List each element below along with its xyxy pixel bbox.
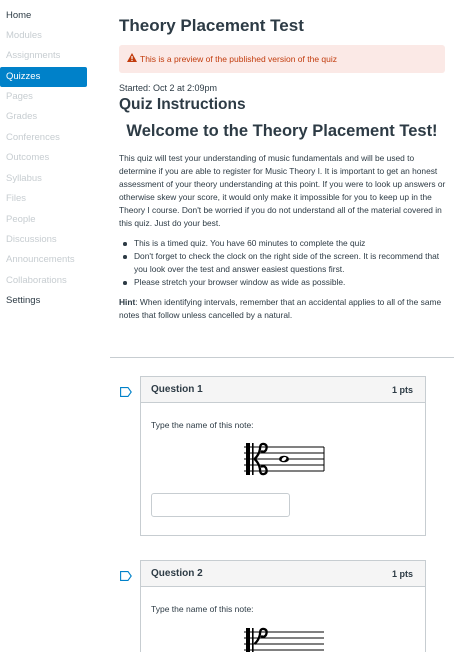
flag-outline-icon[interactable] — [120, 568, 132, 581]
question-points: 1 pts — [391, 569, 413, 579]
instructions-list: This is a timed quiz. You have 60 minute… — [119, 237, 449, 289]
question-points: 1 pts — [391, 385, 413, 395]
question-header: Question 2 1 pts — [141, 561, 425, 587]
alto-clef-icon — [242, 441, 326, 482]
hint-label: Hint — [119, 297, 136, 307]
flag-outline-icon[interactable] — [120, 384, 132, 397]
welcome-heading: Welcome to the Theory Placement Test! — [126, 122, 438, 140]
nav-discussions[interactable]: Discussions — [0, 230, 87, 250]
hint-body: : When identifying intervals, remember t… — [119, 297, 442, 320]
warning-icon — [127, 45, 137, 73]
preview-alert-text: This is a preview of the published versi… — [140, 54, 338, 64]
nav-pages[interactable]: Pages — [0, 87, 87, 107]
section-divider — [110, 357, 454, 358]
nav-home[interactable]: Home — [0, 6, 87, 26]
alto-clef-icon — [242, 626, 326, 652]
page-title: Theory Placement Test — [119, 16, 304, 35]
list-item: Don't forget to check the clock on the r… — [119, 250, 449, 276]
nav-announcements[interactable]: Announcements — [0, 250, 87, 270]
instructions-heading: Quiz Instructions — [119, 96, 246, 113]
question-2: Question 2 1 pts Type the name of this n… — [140, 560, 426, 652]
nav-collaborations[interactable]: Collaborations — [0, 271, 87, 291]
nav-syllabus[interactable]: Syllabus — [0, 169, 87, 189]
nav-quizzes[interactable]: Quizzes — [0, 67, 87, 87]
answer-input[interactable] — [151, 493, 290, 517]
list-item: This is a timed quiz. You have 60 minute… — [119, 237, 449, 250]
nav-outcomes[interactable]: Outcomes — [0, 148, 87, 168]
nav-assignments[interactable]: Assignments — [0, 46, 87, 66]
instructions-paragraph: This quiz will test your understanding o… — [119, 153, 446, 228]
preview-alert: This is a preview of the published versi… — [119, 45, 445, 73]
question-prompt: Type the name of this note: — [151, 604, 254, 614]
started-time: Started: Oct 2 at 2:09pm — [119, 83, 218, 93]
nav-files[interactable]: Files — [0, 189, 87, 209]
nav-settings[interactable]: Settings — [0, 291, 87, 311]
course-navigation: Home Modules Assignments Quizzes Pages G… — [0, 0, 92, 652]
nav-conferences[interactable]: Conferences — [0, 128, 87, 148]
nav-grades[interactable]: Grades — [0, 107, 87, 127]
nav-modules[interactable]: Modules — [0, 26, 87, 46]
nav-people[interactable]: People — [0, 210, 87, 230]
question-title: Question 2 — [151, 568, 203, 579]
question-1: Question 1 1 pts Type the name of this n… — [140, 376, 426, 536]
question-title: Question 1 — [151, 384, 203, 395]
question-prompt: Type the name of this note: — [151, 420, 254, 430]
list-item: Please stretch your browser window as wi… — [119, 276, 449, 289]
question-header: Question 1 1 pts — [141, 377, 425, 403]
hint-text: Hint: When identifying intervals, rememb… — [119, 296, 449, 322]
